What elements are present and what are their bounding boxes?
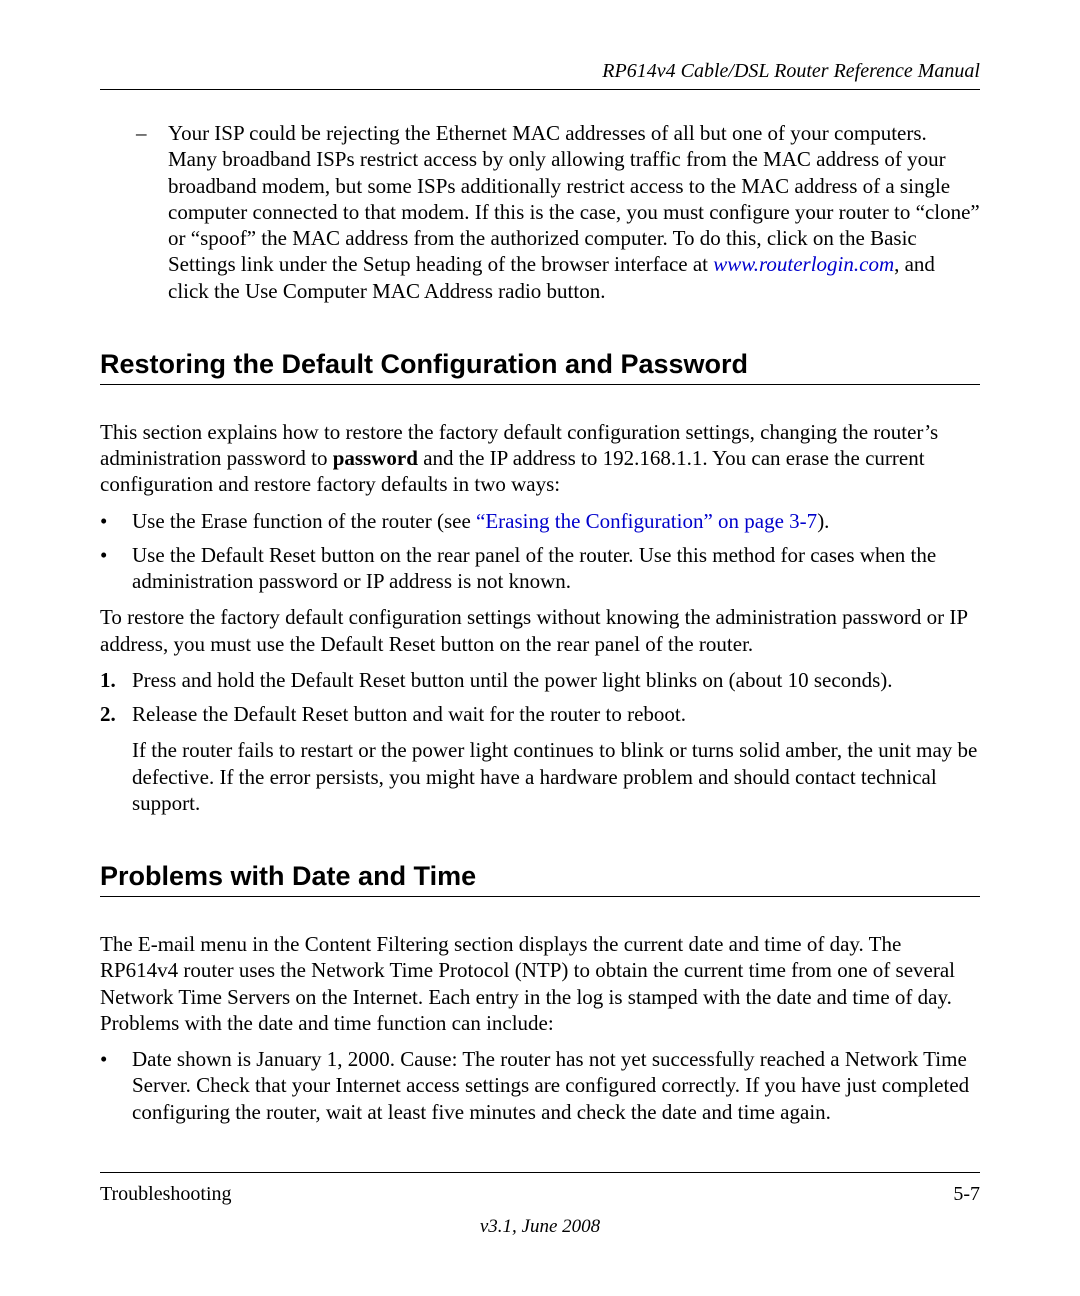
list-item: • Use the Default Reset button on the re…	[100, 542, 980, 595]
section-rule	[100, 384, 980, 385]
page: RP614v4 Cable/DSL Router Reference Manua…	[0, 0, 1080, 1296]
footer-rule	[100, 1172, 980, 1173]
list-item-text: Date shown is January 1, 2000. Cause: Th…	[132, 1046, 980, 1125]
list-item: • Use the Erase function of the router (…	[100, 508, 980, 534]
routerlogin-link[interactable]: www.routerlogin.com	[713, 252, 894, 276]
step-number: 2.	[100, 701, 132, 816]
dash-marker: –	[136, 120, 168, 304]
paragraph: To restore the factory default configura…	[100, 604, 980, 657]
paragraph: The E-mail menu in the Content Filtering…	[100, 931, 980, 1036]
footer-section-name: Troubleshooting	[100, 1183, 232, 1206]
page-footer: Troubleshooting 5-7	[100, 1172, 980, 1206]
bullet-marker: •	[100, 1046, 132, 1125]
bold-text: password	[333, 446, 418, 470]
header-rule	[100, 89, 980, 90]
step-number: 1.	[100, 667, 132, 693]
erase-config-crossref-link[interactable]: “Erasing the Configuration” on page 3-7	[476, 509, 817, 533]
numbered-steps: 1. Press and hold the Default Reset butt…	[100, 667, 980, 816]
text-segment: Use the Erase function of the router (se…	[132, 509, 476, 533]
running-header: RP614v4 Cable/DSL Router Reference Manua…	[100, 60, 980, 83]
list-item-text: Use the Default Reset button on the rear…	[132, 542, 980, 595]
footer-row: Troubleshooting 5-7	[100, 1183, 980, 1206]
bullet-list: • Date shown is January 1, 2000. Cause: …	[100, 1046, 980, 1125]
step-text: Release the Default Reset button and wai…	[132, 701, 980, 816]
paragraph: This section explains how to restore the…	[100, 419, 980, 498]
step-text: Press and hold the Default Reset button …	[132, 667, 980, 693]
list-item-text: Use the Erase function of the router (se…	[132, 508, 980, 534]
list-item: • Date shown is January 1, 2000. Cause: …	[100, 1046, 980, 1125]
step-item: 1. Press and hold the Default Reset butt…	[100, 667, 980, 693]
step-item: 2. Release the Default Reset button and …	[100, 701, 980, 816]
dash-list: – Your ISP could be rejecting the Ethern…	[100, 120, 980, 304]
bullet-list: • Use the Erase function of the router (…	[100, 508, 980, 595]
text-segment: Release the Default Reset button and wai…	[132, 702, 686, 726]
list-item-text: Your ISP could be rejecting the Ethernet…	[168, 120, 980, 304]
step-extra-text: If the router fails to restart or the po…	[132, 737, 980, 816]
footer-version: v3.1, June 2008	[100, 1216, 980, 1238]
section-rule	[100, 896, 980, 897]
section-heading-datetime: Problems with Date and Time	[100, 861, 980, 892]
page-number: 5-7	[953, 1183, 980, 1206]
bullet-marker: •	[100, 542, 132, 595]
section-heading-restoring: Restoring the Default Configuration and …	[100, 349, 980, 380]
list-item: – Your ISP could be rejecting the Ethern…	[136, 120, 980, 304]
bullet-marker: •	[100, 508, 132, 534]
text-segment: ).	[817, 509, 829, 533]
